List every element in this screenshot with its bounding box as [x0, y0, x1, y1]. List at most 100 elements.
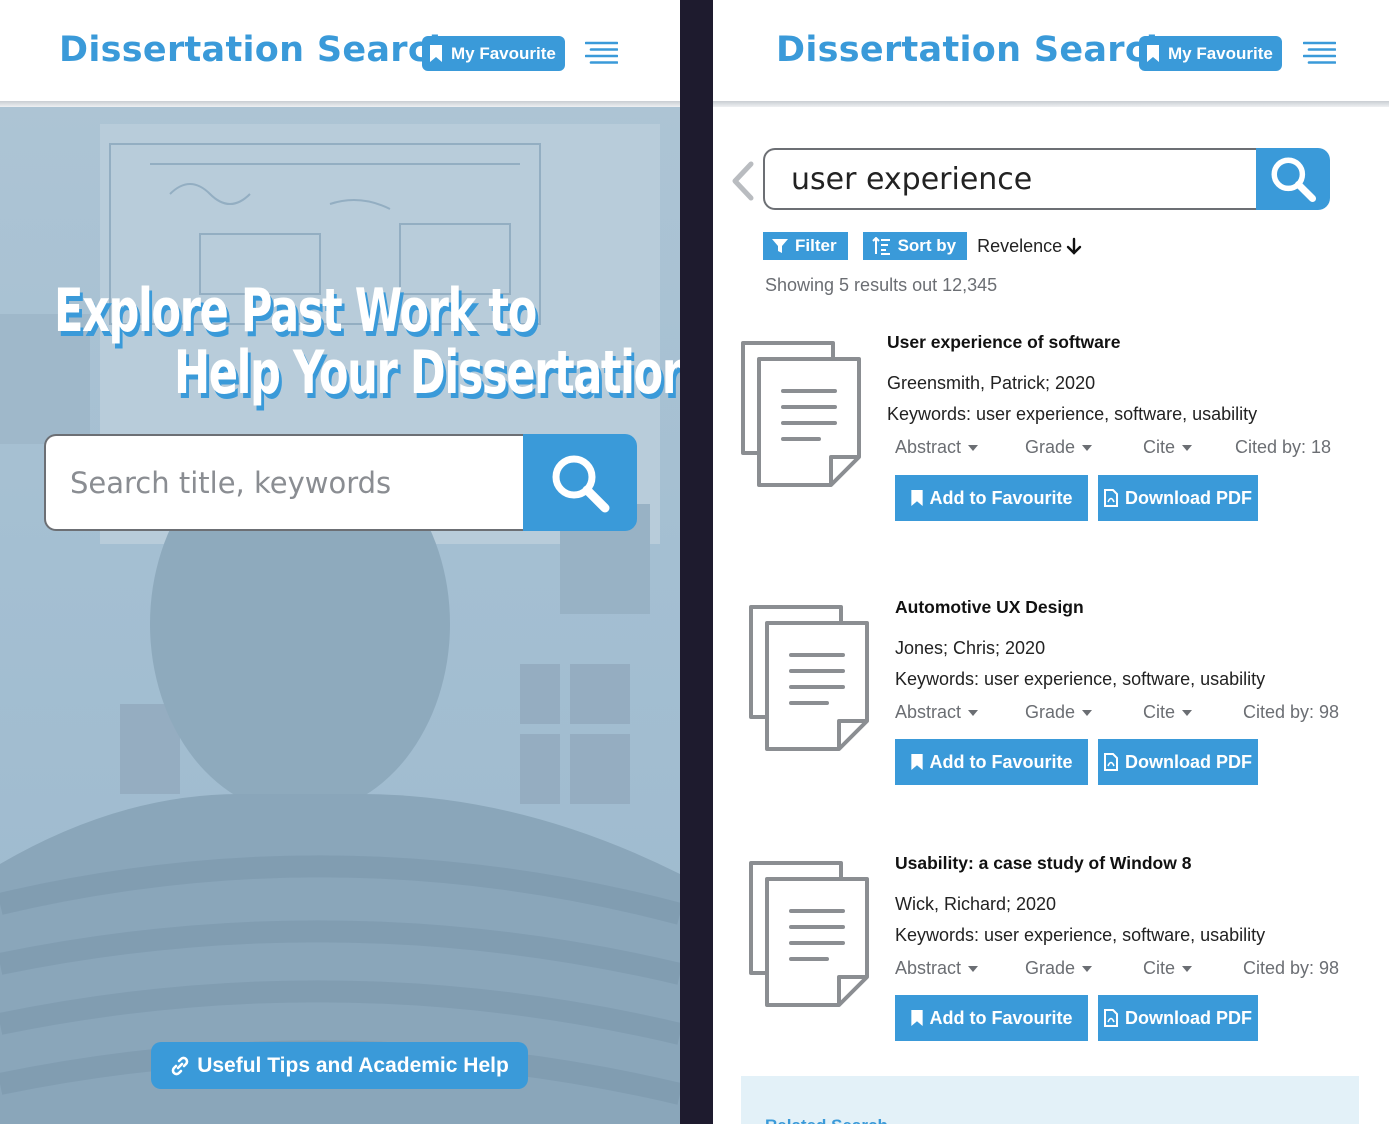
grade-label: Grade: [1025, 702, 1076, 722]
add-to-favourite-label: Add to Favourite: [929, 751, 1073, 772]
hamburger-menu-icon[interactable]: [585, 41, 618, 65]
arrow-down-icon: [1066, 237, 1082, 255]
result-keywords: Keywords: user experience, software, usa…: [895, 925, 1266, 945]
bookmark-icon: [910, 1010, 923, 1026]
home-search-input[interactable]: [44, 434, 526, 531]
hamburger-menu-icon[interactable]: [1303, 41, 1336, 65]
abstract-dropdown[interactable]: Abstract: [895, 702, 979, 723]
grade-dropdown[interactable]: Grade: [1025, 702, 1093, 723]
document-icon: [741, 341, 861, 487]
result-title[interactable]: Usability: a case study of Window 8: [895, 853, 1191, 874]
bookmark-icon: [430, 45, 442, 62]
download-pdf-label: Download PDF: [1125, 751, 1252, 772]
sort-dropdown[interactable]: Revelence: [977, 236, 1082, 257]
cited-by-count[interactable]: Cited by: 98: [1243, 702, 1339, 723]
abstract-dropdown[interactable]: Abstract: [895, 958, 979, 979]
search-icon: [1271, 157, 1317, 203]
hero-section: Explore Past Work to Help Your Dissertat…: [0, 104, 680, 1124]
result-card: Automotive UX Design Jones; Chris; 2020 …: [713, 591, 1389, 791]
hero-background-photo: [0, 124, 680, 1124]
cite-label: Cite: [1143, 702, 1176, 722]
pdf-file-icon: [1104, 1009, 1118, 1027]
result-author: Jones; Chris; 2020: [895, 638, 1046, 658]
result-keywords: Keywords: user experience, software, usa…: [895, 669, 1266, 689]
caret-down-icon: [1182, 710, 1193, 717]
add-to-favourite-button[interactable]: Add to Favourite: [895, 739, 1088, 785]
add-to-favourite-button[interactable]: Add to Favourite: [895, 475, 1088, 521]
chevron-left-icon[interactable]: [729, 160, 755, 202]
home-header: Dissertation Search My Favourite: [0, 0, 680, 104]
cite-dropdown[interactable]: Cite: [1143, 437, 1193, 458]
cite-dropdown[interactable]: Cite: [1143, 702, 1193, 723]
results-screen: Dissertation Search My Favourite Filter: [713, 0, 1389, 1124]
filter-button[interactable]: Filter: [763, 232, 848, 260]
my-favourite-label: My Favourite: [451, 43, 556, 63]
bookmark-icon: [1147, 45, 1159, 62]
caret-down-icon: [1182, 445, 1193, 452]
results-toolbar: Filter Sort by Revelence: [763, 232, 1082, 260]
cite-dropdown[interactable]: Cite: [1143, 958, 1193, 979]
caret-down-icon: [968, 710, 979, 717]
home-screen: Dissertation Search My Favourite Explore…: [0, 0, 680, 1124]
caret-down-icon: [1082, 710, 1093, 717]
results-count: Showing 5 results out 12,345: [765, 275, 998, 295]
cite-label: Cite: [1143, 958, 1176, 978]
result-title[interactable]: Automotive UX Design: [895, 597, 1084, 618]
result-card: Usability: a case study of Window 8 Wick…: [713, 847, 1389, 1047]
download-pdf-button[interactable]: Download PDF: [1098, 475, 1258, 521]
results-search-bar: [763, 148, 1330, 210]
results-search-input[interactable]: [763, 148, 1263, 210]
link-icon: [171, 1056, 189, 1075]
sort-button[interactable]: Sort by: [862, 232, 968, 260]
related-search-heading[interactable]: Related Search: [765, 1116, 888, 1124]
caret-down-icon: [1082, 445, 1093, 452]
download-pdf-button[interactable]: Download PDF: [1098, 995, 1258, 1041]
cite-label: Cite: [1143, 437, 1176, 457]
useful-tips-label: Useful Tips and Academic Help: [197, 1053, 509, 1077]
my-favourite-button[interactable]: My Favourite: [422, 36, 565, 71]
useful-tips-button[interactable]: Useful Tips and Academic Help: [151, 1042, 528, 1089]
download-pdf-button[interactable]: Download PDF: [1098, 739, 1258, 785]
sort-value: Revelence: [977, 235, 1063, 256]
download-pdf-label: Download PDF: [1125, 1007, 1252, 1028]
caret-down-icon: [968, 966, 979, 973]
result-title[interactable]: User experience of software: [887, 332, 1120, 353]
my-favourite-button[interactable]: My Favourite: [1139, 36, 1282, 71]
pdf-file-icon: [1104, 753, 1118, 771]
filter-label: Filter: [795, 236, 837, 255]
hero-headline-line1: Explore Past Work to: [54, 276, 537, 346]
home-search-bar: [44, 434, 637, 531]
result-card: User experience of software Greensmith, …: [713, 327, 1389, 527]
abstract-dropdown[interactable]: Abstract: [895, 437, 979, 458]
caret-down-icon: [1082, 966, 1093, 973]
brand-title[interactable]: Dissertation Search: [776, 30, 1171, 70]
results-header: Dissertation Search My Favourite: [713, 0, 1389, 104]
caret-down-icon: [1182, 966, 1193, 973]
result-keywords: Keywords: user experience, software, usa…: [887, 404, 1258, 424]
grade-dropdown[interactable]: Grade: [1025, 437, 1093, 458]
result-author: Wick, Richard; 2020: [895, 894, 1057, 914]
header-divider: [713, 101, 1389, 107]
brand-title[interactable]: Dissertation Search: [59, 30, 454, 70]
add-to-favourite-button[interactable]: Add to Favourite: [895, 995, 1088, 1041]
bookmark-icon: [910, 490, 923, 506]
home-search-button[interactable]: [523, 434, 637, 531]
related-search-panel: Related Search: [741, 1076, 1359, 1124]
my-favourite-label: My Favourite: [1168, 43, 1273, 63]
results-search-button[interactable]: [1256, 148, 1330, 210]
grade-label: Grade: [1025, 958, 1076, 978]
document-icon: [749, 861, 869, 1007]
header-divider: [0, 101, 680, 107]
hero-headline-line2: Help Your Dissertation: [174, 338, 680, 408]
cited-by-count[interactable]: Cited by: 98: [1243, 958, 1339, 979]
caret-down-icon: [968, 445, 979, 452]
cited-by-count[interactable]: Cited by: 18: [1235, 437, 1331, 458]
abstract-label: Abstract: [895, 958, 962, 978]
grade-dropdown[interactable]: Grade: [1025, 958, 1093, 979]
filter-icon: [772, 239, 788, 253]
download-pdf-label: Download PDF: [1125, 487, 1252, 508]
abstract-label: Abstract: [895, 437, 962, 457]
search-icon: [552, 455, 610, 512]
abstract-label: Abstract: [895, 702, 962, 722]
grade-label: Grade: [1025, 437, 1076, 457]
